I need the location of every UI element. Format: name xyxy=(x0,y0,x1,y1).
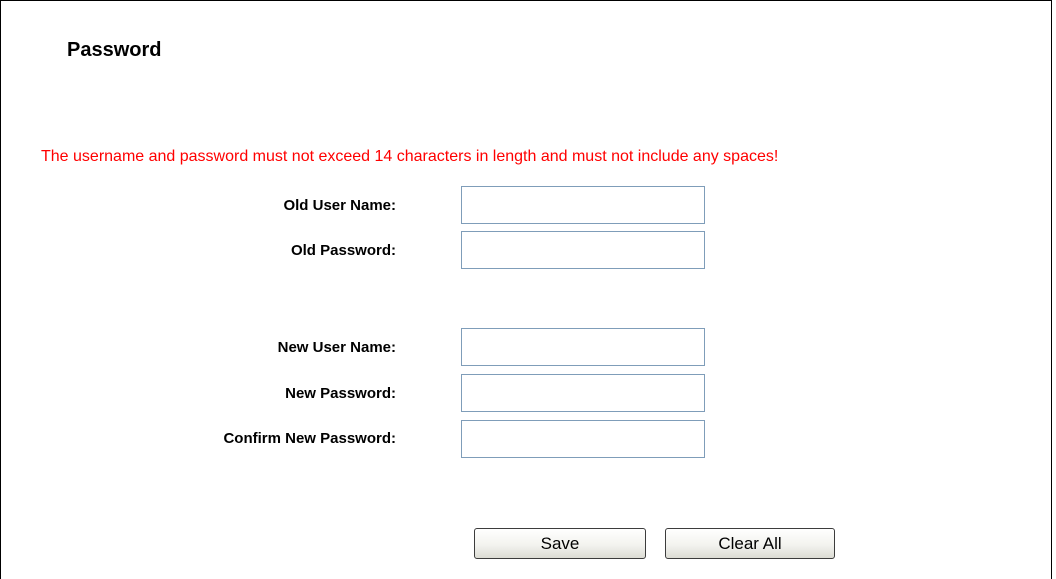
new-user-name-label: New User Name: xyxy=(277,339,396,356)
new-user-name-field[interactable] xyxy=(461,328,705,366)
save-button[interactable]: Save xyxy=(474,528,646,559)
old-password-label: Old Password: xyxy=(290,242,396,259)
old-password-field[interactable] xyxy=(461,231,705,269)
new-password-field[interactable] xyxy=(461,374,705,412)
old-user-name-field[interactable] xyxy=(461,186,705,224)
confirm-new-password-field[interactable] xyxy=(461,420,705,458)
clear-all-button[interactable]: Clear All xyxy=(665,528,835,559)
page-title: Password xyxy=(67,39,162,61)
old-user-name-label: Old User Name: xyxy=(283,197,396,214)
confirm-new-password-label: Confirm New Password: xyxy=(223,430,396,447)
password-panel: Password The username and password must … xyxy=(0,0,1052,579)
warning-message: The username and password must not excee… xyxy=(41,148,779,165)
new-password-label: New Password: xyxy=(285,385,396,402)
